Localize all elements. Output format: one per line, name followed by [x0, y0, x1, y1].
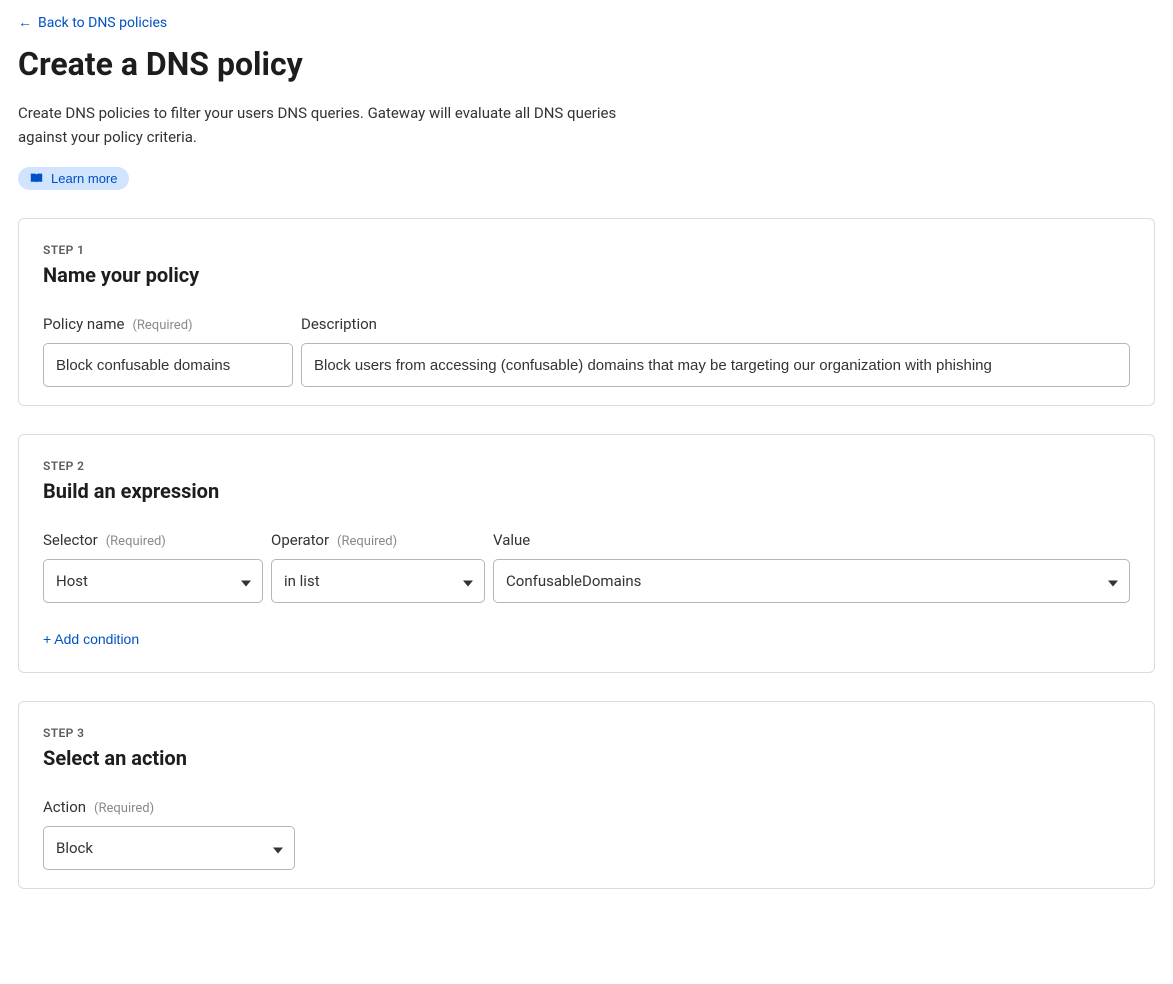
page-title: Create a DNS policy — [18, 45, 1155, 83]
page-description: Create DNS policies to filter your users… — [18, 101, 618, 149]
operator-label: Operator (Required) — [271, 531, 485, 549]
required-tag: (Required) — [337, 534, 397, 549]
action-select[interactable]: Block — [43, 826, 295, 870]
learn-more-button[interactable]: Learn more — [18, 167, 129, 190]
learn-more-text: Learn more — [51, 171, 117, 186]
action-label: Action (Required) — [43, 798, 295, 816]
add-condition-button[interactable]: + Add condition — [43, 631, 139, 647]
back-link[interactable]: ← Back to DNS policies — [18, 14, 167, 31]
operator-select[interactable]: in list — [271, 559, 485, 603]
step1-label: STEP 1 — [43, 243, 1130, 257]
step3-card: STEP 3 Select an action Action (Required… — [18, 701, 1155, 889]
step1-title: Name your policy — [43, 263, 1130, 287]
step2-title: Build an expression — [43, 479, 1130, 503]
description-label: Description — [301, 315, 1130, 333]
required-tag: (Required) — [94, 801, 154, 816]
description-input[interactable] — [301, 343, 1130, 387]
step1-card: STEP 1 Name your policy Policy name (Req… — [18, 218, 1155, 406]
policy-name-label: Policy name (Required) — [43, 315, 293, 333]
step2-card: STEP 2 Build an expression Selector (Req… — [18, 434, 1155, 673]
value-select[interactable]: ConfusableDomains — [493, 559, 1130, 603]
selector-label: Selector (Required) — [43, 531, 263, 549]
required-tag: (Required) — [106, 534, 166, 549]
arrow-left-icon: ← — [18, 14, 32, 31]
step2-label: STEP 2 — [43, 459, 1130, 473]
step3-label: STEP 3 — [43, 726, 1130, 740]
selector-select[interactable]: Host — [43, 559, 263, 603]
step3-title: Select an action — [43, 746, 1130, 770]
back-link-text: Back to DNS policies — [38, 15, 167, 31]
required-tag: (Required) — [132, 318, 192, 333]
book-icon — [30, 172, 43, 185]
value-label: Value — [493, 531, 1130, 549]
policy-name-input[interactable] — [43, 343, 293, 387]
